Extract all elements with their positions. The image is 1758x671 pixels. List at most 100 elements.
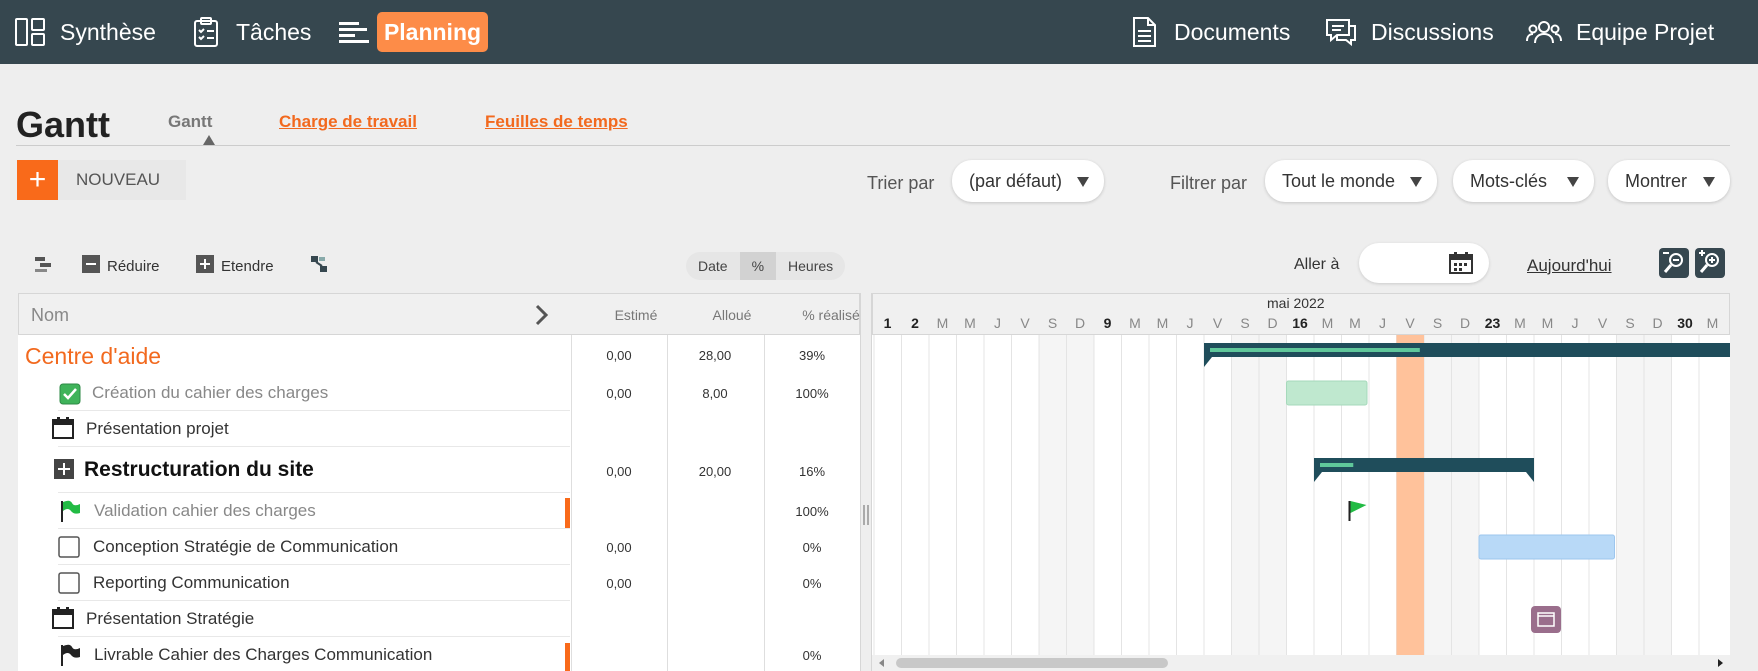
filter-keywords-select[interactable]: Mots-clés <box>1453 160 1594 202</box>
dependencies-icon[interactable] <box>310 255 328 273</box>
task-name[interactable]: Conception Stratégie de Communication <box>93 537 398 557</box>
checkbox-checked-icon[interactable] <box>59 383 81 405</box>
filter-show-select[interactable]: Montrer <box>1608 160 1730 202</box>
filter-show-value: Montrer <box>1625 170 1688 191</box>
zoom-out-button[interactable] <box>1659 248 1689 278</box>
nav-documents-label: Documents <box>1174 18 1291 45</box>
day-label: J <box>1571 315 1579 331</box>
nav-planning-active[interactable]: Planning <box>377 12 488 52</box>
table-row[interactable]: Création du cahier des charges 0,00 8,00… <box>18 375 860 411</box>
day-label: 2 <box>911 315 919 331</box>
day-label: S <box>1047 315 1058 331</box>
hierarchy-icon[interactable] <box>34 255 52 273</box>
goto-date-input[interactable] <box>1359 243 1489 283</box>
col-allocated-header[interactable]: Alloué <box>692 307 772 323</box>
gantt-canvas <box>873 335 1730 655</box>
zoom-in-button[interactable] <box>1695 248 1725 278</box>
mode-date[interactable]: Date <box>686 252 740 280</box>
milestone-flag-black-icon <box>61 644 80 666</box>
expand-plus-icon[interactable] <box>54 459 74 479</box>
new-button[interactable]: NOUVEAU <box>58 160 186 200</box>
nav-equipe[interactable]: Equipe Projet <box>1526 12 1714 52</box>
nav-discussions[interactable]: Discussions <box>1325 12 1494 52</box>
col-done-header[interactable]: % réalisé <box>786 307 860 323</box>
nav-equipe-label: Equipe Projet <box>1576 18 1715 45</box>
cell-done: 39% <box>798 348 826 363</box>
scroll-left-icon[interactable] <box>878 659 886 667</box>
table-row[interactable]: Conception Stratégie de Communication 0,… <box>18 529 860 565</box>
cell-done: 0% <box>802 540 822 555</box>
summary-progress <box>1210 348 1420 352</box>
milestone-flag-green-icon <box>61 500 80 522</box>
day-label: V <box>1597 315 1608 331</box>
zoom-in-icon <box>1699 250 1719 273</box>
caret-down-icon <box>1077 177 1089 187</box>
expand-icon[interactable] <box>196 255 214 273</box>
table-row[interactable]: Centre d'aide 0,00 28,00 39% <box>18 335 860 375</box>
day-label: 9 <box>1103 315 1112 331</box>
task-name[interactable]: Livrable Cahier des Charges Communicatio… <box>94 645 432 665</box>
grid-chart-splitter[interactable] <box>860 293 872 671</box>
meeting-calendar-icon <box>1531 606 1561 633</box>
cell-allocated: 20,00 <box>698 464 732 479</box>
filter-people-select[interactable]: Tout le monde <box>1265 160 1437 202</box>
scroll-right-icon[interactable] <box>1716 659 1724 667</box>
table-row[interactable]: Restructuration du site 0,00 20,00 16% <box>18 447 860 493</box>
tab-feuilles-de-temps[interactable]: Feuilles de temps <box>485 112 628 132</box>
task-name[interactable]: Création du cahier des charges <box>92 383 328 403</box>
weekend-column <box>1644 335 1672 655</box>
cell-estimated: 0,00 <box>606 386 632 401</box>
project-name[interactable]: Centre d'aide <box>25 343 161 370</box>
day-label: J <box>1186 315 1194 331</box>
horizontal-scrollbar[interactable] <box>872 655 1730 671</box>
collapse-icon[interactable] <box>82 255 100 273</box>
new-button-plus-icon[interactable]: + <box>17 160 58 200</box>
checkbox-empty-icon[interactable] <box>58 536 80 558</box>
weekend-column <box>1231 335 1259 655</box>
weekend-column <box>1066 335 1094 655</box>
page-title: Gantt <box>16 104 110 145</box>
day-label: M <box>1349 315 1361 331</box>
nav-documents[interactable]: Documents <box>1128 12 1290 52</box>
nav-discussions-label: Discussions <box>1371 18 1494 45</box>
table-row[interactable]: Présentation Stratégie <box>18 601 860 637</box>
task-name[interactable]: Validation cahier des charges <box>94 501 316 521</box>
table-row[interactable]: Validation cahier des charges 100% <box>18 493 860 529</box>
sort-select[interactable]: (par défaut) <box>952 160 1104 202</box>
mode-hours[interactable]: Heures <box>776 252 845 280</box>
today-link[interactable]: Aujourd'hui <box>1527 256 1612 276</box>
tab-gantt[interactable]: Gantt <box>168 112 212 132</box>
cell-done: 0% <box>802 576 822 591</box>
task-name[interactable]: Présentation projet <box>86 419 229 439</box>
day-label: 1 <box>883 315 892 331</box>
day-label: V <box>1020 315 1030 331</box>
col-name-header[interactable]: Nom <box>31 305 69 326</box>
cell-done: 16% <box>798 464 826 479</box>
team-icon <box>1526 21 1562 44</box>
table-row[interactable]: Présentation projet <box>18 411 860 447</box>
checkbox-empty-icon[interactable] <box>58 572 80 594</box>
critical-marker <box>565 498 570 528</box>
nav-taches[interactable]: Tâches <box>190 12 311 52</box>
day-label: D <box>1267 315 1278 331</box>
collapse-button[interactable]: Réduire <box>107 258 160 275</box>
drag-handle-icon <box>863 505 869 525</box>
table-row[interactable]: Livrable Cahier des Charges Communicatio… <box>18 637 860 671</box>
critical-marker <box>565 643 570 671</box>
top-navbar: Synthèse Tâches Planning Documents Discu… <box>0 0 1758 64</box>
table-row[interactable]: Reporting Communication 0,00 0% <box>18 565 860 601</box>
mode-percent[interactable]: % <box>739 252 777 280</box>
day-label: S <box>1240 315 1250 331</box>
nav-synthese[interactable]: Synthèse <box>14 12 156 52</box>
task-name[interactable]: Reporting Communication <box>93 573 290 593</box>
tab-charge-de-travail[interactable]: Charge de travail <box>279 112 417 132</box>
calendar-icon[interactable] <box>1449 252 1473 274</box>
cell-estimated: 0,00 <box>606 576 632 591</box>
task-group-name[interactable]: Restructuration du site <box>84 458 314 482</box>
scrollbar-thumb[interactable] <box>896 658 1168 668</box>
grid-header: Nom Estimé Alloué % réalisé <box>18 293 860 335</box>
expand-button[interactable]: Etendre <box>221 258 274 275</box>
col-estimated-header[interactable]: Estimé <box>596 307 676 323</box>
task-name[interactable]: Présentation Stratégie <box>86 609 254 629</box>
chevron-right-icon[interactable] <box>535 304 549 326</box>
